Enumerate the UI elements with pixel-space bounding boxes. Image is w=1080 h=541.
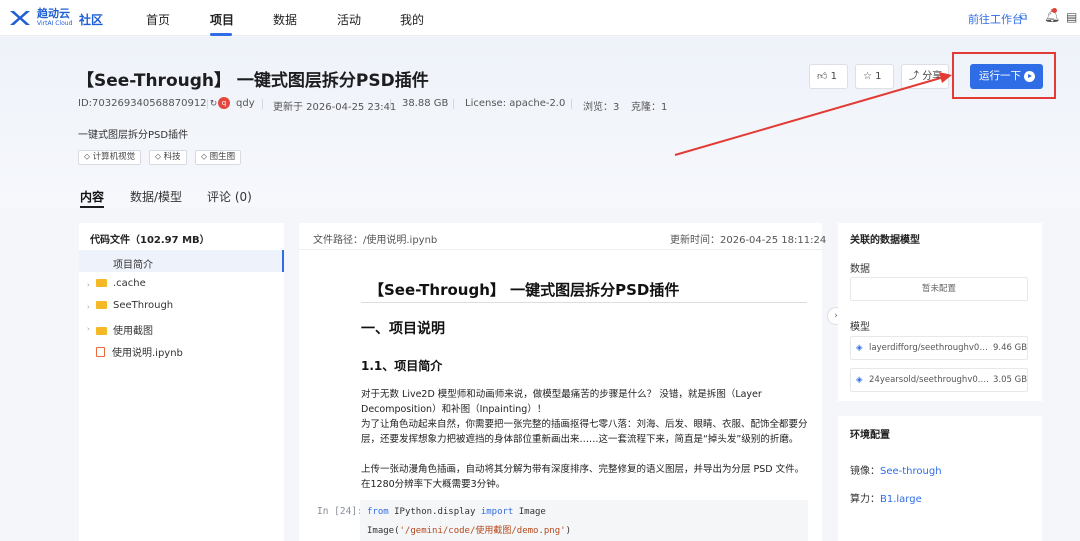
tree-folder-screenshots[interactable]: 使用截图 bbox=[96, 322, 153, 337]
docs-icon[interactable]: ▤ bbox=[1066, 10, 1077, 24]
related-title: 关联的数据模型 bbox=[850, 235, 920, 246]
project-description: 一键式图层拆分PSD插件 bbox=[78, 130, 189, 141]
updated-time: 更新于 2026-04-25 23:41 bbox=[273, 102, 397, 113]
top-nav-bar: 趋动云 VirtAI Cloud 社区 首页 项目 数据 活动 我的 前往工作台… bbox=[0, 0, 1080, 36]
cube-icon: ◈ bbox=[856, 375, 863, 385]
divider bbox=[453, 99, 454, 109]
community-label[interactable]: 社区 bbox=[79, 11, 103, 28]
author-name[interactable]: qdy bbox=[236, 98, 255, 109]
notebook-heading-2: 一、项目说明 bbox=[361, 321, 445, 337]
file-updated-time: 更新时间：2026-04-25 18:11:24 bbox=[670, 235, 827, 246]
cell-input-label: In [24]: bbox=[317, 506, 363, 517]
code-line: from IPython.display import Image bbox=[367, 507, 546, 517]
env-image-link[interactable]: See-through bbox=[880, 466, 942, 477]
file-path: 文件路径：/使用说明.ipynb bbox=[313, 235, 438, 246]
clone-count: 克隆：1 bbox=[631, 102, 668, 113]
avatar[interactable]: q bbox=[218, 97, 230, 109]
data-empty-box: 暂未配置 bbox=[850, 277, 1028, 301]
nav-active-indicator bbox=[210, 33, 232, 36]
folder-icon bbox=[96, 279, 107, 287]
goto-workbench-link[interactable]: 前往工作台 bbox=[968, 11, 1023, 27]
nav-data[interactable]: 数据 bbox=[273, 11, 297, 28]
folder-icon bbox=[96, 327, 107, 335]
model-item[interactable]: ◈ layerdifforg/seethroughv0… 9.46 GB bbox=[850, 336, 1028, 360]
model-item[interactable]: ◈ 24yearsold/seethroughv0.… 3.05 GB bbox=[850, 368, 1028, 392]
tree-folder-seethrough[interactable]: SeeThrough bbox=[96, 300, 173, 311]
tag-icon: ⬦ bbox=[84, 152, 90, 162]
env-compute-link[interactable]: B1.large bbox=[880, 494, 922, 505]
tab-data-model[interactable]: 数据/模型 bbox=[130, 188, 182, 205]
notebook-paragraph: 为了让角色动起来自然，你需要把一张完整的插画抠得七零八落：刘海、后发、眼睛、衣服… bbox=[361, 419, 808, 445]
tag-icon: ⬦ bbox=[155, 152, 161, 162]
notification-dot bbox=[1052, 8, 1057, 13]
tree-item-intro[interactable]: 项目简介 bbox=[113, 256, 153, 271]
divider bbox=[207, 99, 208, 109]
project-size: 38.88 GB bbox=[402, 98, 449, 109]
external-link-icon: ⧉ bbox=[1020, 12, 1028, 23]
notebook-heading-1: 【See-Through】 一键式图层拆分PSD插件 bbox=[369, 281, 680, 299]
caret-right-icon[interactable]: › bbox=[87, 303, 90, 311]
tag-icon: ⬦ bbox=[201, 152, 207, 162]
view-count: 浏览：3 bbox=[583, 102, 620, 113]
notebook-paragraph: 上传一张动漫角色插画，自动将其分解为带有深度排序、完整修复的语义图层，并导出为分… bbox=[361, 464, 805, 490]
tab-comments[interactable]: 评论 (0) bbox=[207, 188, 252, 205]
divider bbox=[390, 99, 391, 109]
nav-activities[interactable]: 活动 bbox=[337, 11, 361, 28]
divider bbox=[299, 249, 822, 250]
divider bbox=[262, 99, 263, 109]
tree-file-notebook[interactable]: 使用说明.ipynb bbox=[96, 344, 183, 359]
like-button[interactable]: 👍︎ 1 bbox=[809, 64, 848, 89]
tag[interactable]: ⬦ 科技 bbox=[149, 150, 187, 165]
project-id: ID:703269340568870912 ↻ bbox=[78, 98, 218, 109]
data-label: 数据 bbox=[850, 264, 870, 275]
caret-right-icon[interactable]: › bbox=[87, 281, 90, 289]
env-compute: 算力：B1.large bbox=[850, 494, 922, 505]
code-line: Image('/gemini/code/使用截图/demo.png') bbox=[367, 526, 571, 536]
logo-text: 趋动云 bbox=[37, 7, 70, 20]
logo-subtext: VirtAI Cloud bbox=[37, 20, 73, 27]
annotation-box bbox=[952, 52, 1056, 99]
divider bbox=[361, 302, 807, 303]
logo-icon[interactable] bbox=[8, 8, 34, 28]
project-title: 【See-Through】 一键式图层拆分PSD插件 bbox=[77, 71, 429, 91]
tab-active-indicator bbox=[80, 206, 104, 208]
nav-projects[interactable]: 项目 bbox=[210, 11, 234, 28]
env-title: 环境配置 bbox=[850, 430, 890, 441]
copy-icon[interactable]: ↻ bbox=[210, 99, 218, 109]
project-header bbox=[0, 37, 1080, 207]
file-tree-title: 代码文件（102.97 MB） bbox=[90, 235, 210, 246]
tab-content[interactable]: 内容 bbox=[80, 188, 104, 205]
cube-icon: ◈ bbox=[856, 343, 863, 353]
nav-mine[interactable]: 我的 bbox=[400, 11, 424, 28]
nav-home[interactable]: 首页 bbox=[146, 11, 170, 28]
notebook-icon bbox=[96, 347, 105, 357]
share-button[interactable]: ⤴ 分享 bbox=[901, 64, 949, 89]
license: License: apache-2.0 bbox=[465, 98, 566, 109]
tag[interactable]: ⬦ 计算机视觉 bbox=[78, 150, 142, 165]
star-icon: ☆ bbox=[863, 71, 872, 82]
divider bbox=[571, 99, 572, 109]
thumbs-up-icon: 👍︎ bbox=[817, 71, 828, 82]
model-label: 模型 bbox=[850, 322, 870, 333]
star-button[interactable]: ☆ 1 bbox=[855, 64, 894, 89]
notebook-paragraph: 对于无数 Live2D 模型师和动画师来说，做模型最痛苦的步骤是什么？ 没错，就… bbox=[361, 389, 762, 415]
tag[interactable]: ⬦ 图生图 bbox=[195, 150, 242, 165]
notebook-heading-3: 1.1、项目简介 bbox=[361, 359, 443, 373]
notebook-viewer bbox=[299, 223, 822, 541]
selected-item-highlight bbox=[79, 250, 284, 272]
env-image: 镜像：See-through bbox=[850, 466, 942, 477]
caret-right-icon[interactable]: › bbox=[87, 325, 90, 333]
share-icon: ⤴ bbox=[909, 71, 919, 82]
tree-folder-cache[interactable]: .cache bbox=[96, 278, 146, 289]
folder-icon bbox=[96, 301, 107, 309]
